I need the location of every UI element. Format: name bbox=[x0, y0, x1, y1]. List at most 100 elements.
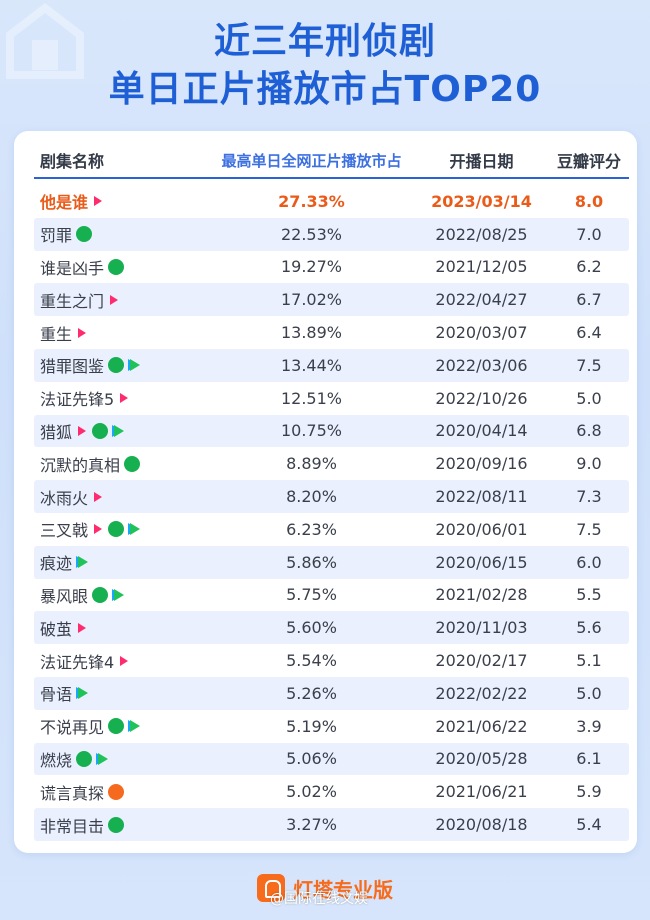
cell-score: 6.2 bbox=[576, 257, 602, 277]
cell-score: 9.0 bbox=[576, 454, 602, 474]
drama-name: 重生之门 bbox=[40, 291, 105, 311]
iqiyi-icon bbox=[124, 455, 141, 472]
drama-name: 冰雨火 bbox=[40, 488, 89, 508]
drama-name: 法证先锋4 bbox=[40, 652, 115, 672]
cell-score: 5.6 bbox=[576, 618, 602, 638]
table-body: 他是谁 27.33% 2023/03/14 8.0 罚罪 22.53% 2022/08/25… bbox=[34, 185, 629, 841]
mango-icon bbox=[94, 524, 103, 535]
cell-name: 他是谁 bbox=[34, 189, 209, 213]
cell-share: 19.27% bbox=[280, 257, 342, 277]
footer-watermark: @国际在线文娱 bbox=[270, 891, 368, 907]
cell-date: 2020/02/17 bbox=[435, 651, 528, 671]
cell-name: 重生之门 bbox=[34, 288, 209, 312]
tencent-icon bbox=[114, 588, 125, 601]
drama-name: 非常目击 bbox=[40, 816, 105, 836]
cell-score: 7.0 bbox=[576, 224, 602, 244]
cell-share: 5.86% bbox=[286, 552, 337, 572]
table-row: 非常目击 3.27% 2020/08/18 5.4 bbox=[34, 808, 629, 841]
drama-name: 法证先锋5 bbox=[40, 390, 115, 410]
cell-score: 6.7 bbox=[576, 290, 602, 310]
mango-icon bbox=[78, 425, 87, 436]
cell-share: 5.75% bbox=[286, 585, 337, 605]
tencent-icon bbox=[130, 523, 141, 536]
cell-date: 2022/08/25 bbox=[435, 224, 528, 244]
cell-share: 5.06% bbox=[286, 749, 337, 769]
cell-share: 10.75% bbox=[280, 421, 342, 441]
iqiyi-icon bbox=[92, 422, 109, 439]
cell-name: 三叉戟 bbox=[34, 517, 209, 541]
cell-date: 2020/05/28 bbox=[435, 749, 528, 769]
table-row: 重生之门 17.02% 2022/04/27 6.7 bbox=[34, 283, 629, 317]
cell-name: 谁是凶手 bbox=[34, 255, 209, 279]
youku-icon bbox=[108, 783, 125, 800]
cell-name: 罚罪 bbox=[34, 222, 209, 246]
cell-name: 痕迹 bbox=[34, 550, 209, 574]
cell-name: 重生 bbox=[34, 321, 209, 345]
cell-name: 骨语 bbox=[34, 681, 209, 705]
drama-name: 三叉戟 bbox=[40, 521, 89, 541]
table-row: 重生 13.89% 2020/03/07 6.4 bbox=[34, 316, 629, 349]
cell-date: 2021/06/22 bbox=[435, 716, 528, 736]
cell-name: 猎罪图鉴 bbox=[34, 353, 209, 377]
cell-name: 沉默的真相 bbox=[34, 452, 209, 476]
cell-date: 2020/04/14 bbox=[435, 421, 528, 441]
cell-share: 8.89% bbox=[286, 454, 337, 474]
table-row: 猎罪图鉴 13.44% 2022/03/06 7.5 bbox=[34, 348, 629, 382]
cell-score: 3.9 bbox=[576, 716, 602, 736]
cell-share: 6.23% bbox=[286, 519, 337, 539]
header-share: 最高单日全网正片播放市占 bbox=[221, 151, 402, 170]
cell-score: 5.5 bbox=[576, 585, 602, 605]
drama-name: 沉默的真相 bbox=[40, 455, 121, 475]
cell-name: 不说再见 bbox=[34, 714, 209, 738]
table-row: 沉默的真相 8.89% 2020/09/16 9.0 bbox=[34, 447, 629, 480]
table-row: 猎狐 10.75% 2020/04/14 6.8 bbox=[34, 414, 629, 448]
iqiyi-icon bbox=[108, 521, 125, 538]
cell-name: 法证先锋5 bbox=[34, 386, 209, 410]
cell-share: 8.20% bbox=[286, 487, 337, 507]
cell-score: 6.4 bbox=[576, 323, 602, 343]
table-row: 罚罪 22.53% 2022/08/25 7.0 bbox=[34, 217, 629, 251]
header-score: 豆瓣评分 bbox=[556, 152, 621, 171]
tencent-icon bbox=[130, 359, 141, 372]
mango-icon bbox=[78, 327, 87, 338]
cell-share: 5.02% bbox=[286, 782, 337, 802]
cell-score: 5.0 bbox=[576, 683, 602, 703]
cell-score: 6.0 bbox=[576, 552, 602, 572]
drama-name: 谎言真探 bbox=[40, 783, 105, 803]
cell-name: 冰雨火 bbox=[34, 485, 209, 509]
cell-name: 谎言真探 bbox=[34, 780, 209, 804]
drama-name: 暴风眼 bbox=[40, 586, 89, 606]
table-header: 剧集名称 最高单日全网正片播放市占 开播日期 豆瓣评分 bbox=[34, 143, 629, 179]
table-row: 三叉戟 6.23% 2020/06/01 7.5 bbox=[34, 513, 629, 546]
cell-score: 5.9 bbox=[576, 782, 602, 802]
cell-date: 2021/02/28 bbox=[435, 585, 528, 605]
table-row: 暴风眼 5.75% 2021/02/28 5.5 bbox=[34, 579, 629, 612]
cell-share: 13.44% bbox=[280, 355, 342, 375]
mango-icon bbox=[94, 196, 103, 207]
cell-score: 5.0 bbox=[576, 388, 602, 408]
table-row: 谁是凶手 19.27% 2021/12/05 6.2 bbox=[34, 251, 629, 284]
tencent-icon bbox=[130, 720, 141, 733]
mango-icon bbox=[120, 393, 129, 404]
drama-name: 骨语 bbox=[40, 685, 73, 705]
table-row: 燃烧 5.06% 2020/05/28 6.1 bbox=[34, 742, 629, 776]
title-block: 近三年刑侦剧 单日正片播放市占TOP20 bbox=[0, 18, 650, 114]
iqiyi-icon bbox=[92, 586, 109, 603]
cell-score: 7.5 bbox=[576, 355, 602, 375]
drama-name: 谁是凶手 bbox=[40, 258, 105, 278]
ranking-card: 剧集名称 最高单日全网正片播放市占 开播日期 豆瓣评分 他是谁 27.33% 202… bbox=[14, 131, 637, 853]
drama-name: 燃烧 bbox=[40, 750, 73, 770]
cell-date: 2020/08/18 bbox=[435, 815, 528, 835]
drama-name: 罚罪 bbox=[40, 226, 73, 246]
cell-name: 破茧 bbox=[34, 616, 209, 640]
cell-name: 燃烧 bbox=[34, 747, 209, 771]
iqiyi-icon bbox=[108, 718, 125, 735]
tencent-icon bbox=[98, 752, 109, 765]
cell-date: 2023/03/14 bbox=[431, 191, 532, 211]
drama-name: 痕迹 bbox=[40, 554, 73, 574]
iqiyi-icon bbox=[76, 226, 93, 243]
cell-name: 非常目击 bbox=[34, 813, 209, 837]
table-row: 破茧 5.60% 2020/11/03 5.6 bbox=[34, 611, 629, 645]
drama-name: 破茧 bbox=[40, 619, 73, 639]
cell-date: 2020/03/07 bbox=[435, 323, 528, 343]
